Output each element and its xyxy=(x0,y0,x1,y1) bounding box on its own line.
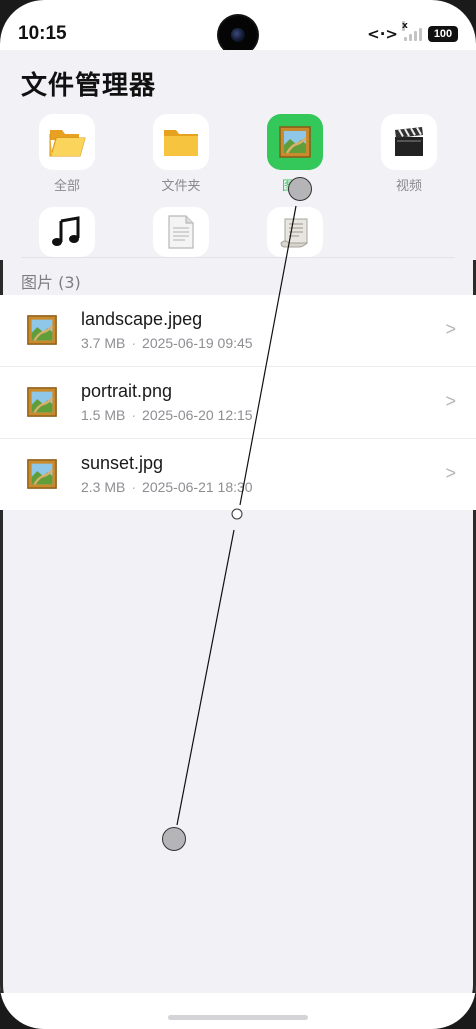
meta-separator: · xyxy=(131,479,137,495)
home-indicator[interactable] xyxy=(168,1015,308,1020)
file-name: sunset.jpg xyxy=(81,453,164,473)
category-archive[interactable] xyxy=(255,207,335,257)
file-row[interactable]: portrait.png 1.5 MB · 2025-06-20 12:15 > xyxy=(0,367,476,439)
picture-icon xyxy=(27,459,57,489)
file-meta: 1.5 MB · 2025-06-20 12:15 xyxy=(81,407,253,423)
category-label: 视频 xyxy=(395,179,422,194)
category-video[interactable]: 视频 xyxy=(369,114,449,194)
category-music[interactable] xyxy=(27,207,107,257)
signal-icon: x xyxy=(402,21,422,41)
category-folder[interactable]: 文件夹 xyxy=(141,114,221,194)
file-size: 3.7 MB xyxy=(81,335,126,351)
file-size: 2.3 MB xyxy=(81,479,126,495)
category-tile xyxy=(39,207,95,257)
picture-icon xyxy=(27,315,57,345)
file-date: 2025-06-19 09:45 xyxy=(142,335,253,351)
status-icons: <·> x 100 xyxy=(367,21,458,43)
section-title: 图片 (3) xyxy=(21,273,81,292)
gesture-mid-point xyxy=(231,508,243,520)
link-icon: <·> xyxy=(367,25,398,43)
front-camera xyxy=(219,16,257,54)
header-divider xyxy=(21,257,455,258)
category-label: 全部 xyxy=(53,179,80,194)
open-folder-icon xyxy=(49,130,86,157)
category-documents[interactable] xyxy=(141,207,221,257)
document-icon xyxy=(168,215,194,249)
category-tile xyxy=(153,207,209,257)
chevron-right-icon: > xyxy=(445,319,456,339)
scroll-icon xyxy=(280,218,309,248)
page-title: 文件管理器 xyxy=(21,71,157,101)
file-meta: 3.7 MB · 2025-06-19 09:45 xyxy=(81,335,253,351)
meta-separator: · xyxy=(131,407,137,423)
category-pictures[interactable]: 图片 xyxy=(255,114,335,194)
category-tile xyxy=(39,114,95,170)
music-note-icon xyxy=(52,216,80,246)
category-all[interactable]: 全部 xyxy=(27,114,107,194)
category-tile xyxy=(153,114,209,170)
file-row[interactable]: sunset.jpg 2.3 MB · 2025-06-21 18:30 > xyxy=(0,439,476,510)
gesture-end-point xyxy=(162,827,186,851)
clapper-icon xyxy=(395,127,423,156)
picture-icon xyxy=(279,126,311,158)
battery-icon: 100 xyxy=(428,26,458,42)
file-date: 2025-06-21 18:30 xyxy=(142,479,253,495)
file-meta: 2.3 MB · 2025-06-21 18:30 xyxy=(81,479,253,495)
category-tile xyxy=(267,207,323,257)
meta-separator: · xyxy=(131,335,137,351)
bottom-bar xyxy=(0,993,476,1029)
no-signal-mark: x xyxy=(402,21,408,31)
file-name: portrait.png xyxy=(81,381,173,401)
phone-screen: 10:15 <·> x 100 文件管理器 全部 文件夹 图片 视频 图片 (3… xyxy=(0,0,476,1029)
status-bar: 10:15 <·> x 100 xyxy=(0,0,476,54)
file-list: landscape.jpeg 3.7 MB · 2025-06-19 09:45 >… xyxy=(0,295,476,510)
category-label: 文件夹 xyxy=(161,179,201,194)
chevron-right-icon: > xyxy=(445,463,456,483)
category-tile-active xyxy=(267,114,323,170)
file-row[interactable]: landscape.jpeg 3.7 MB · 2025-06-19 09:45 > xyxy=(0,295,476,367)
category-label: 图片 xyxy=(281,179,308,194)
file-name: landscape.jpeg xyxy=(81,309,203,329)
gesture-trail xyxy=(176,529,235,826)
status-time: 10:15 xyxy=(18,23,67,44)
category-tile xyxy=(381,114,437,170)
header: 文件管理器 全部 文件夹 图片 视频 xyxy=(0,50,476,260)
chevron-right-icon: > xyxy=(445,391,456,411)
folder-icon xyxy=(164,130,198,156)
file-size: 1.5 MB xyxy=(81,407,126,423)
picture-icon xyxy=(27,387,57,417)
file-date: 2025-06-20 12:15 xyxy=(142,407,253,423)
